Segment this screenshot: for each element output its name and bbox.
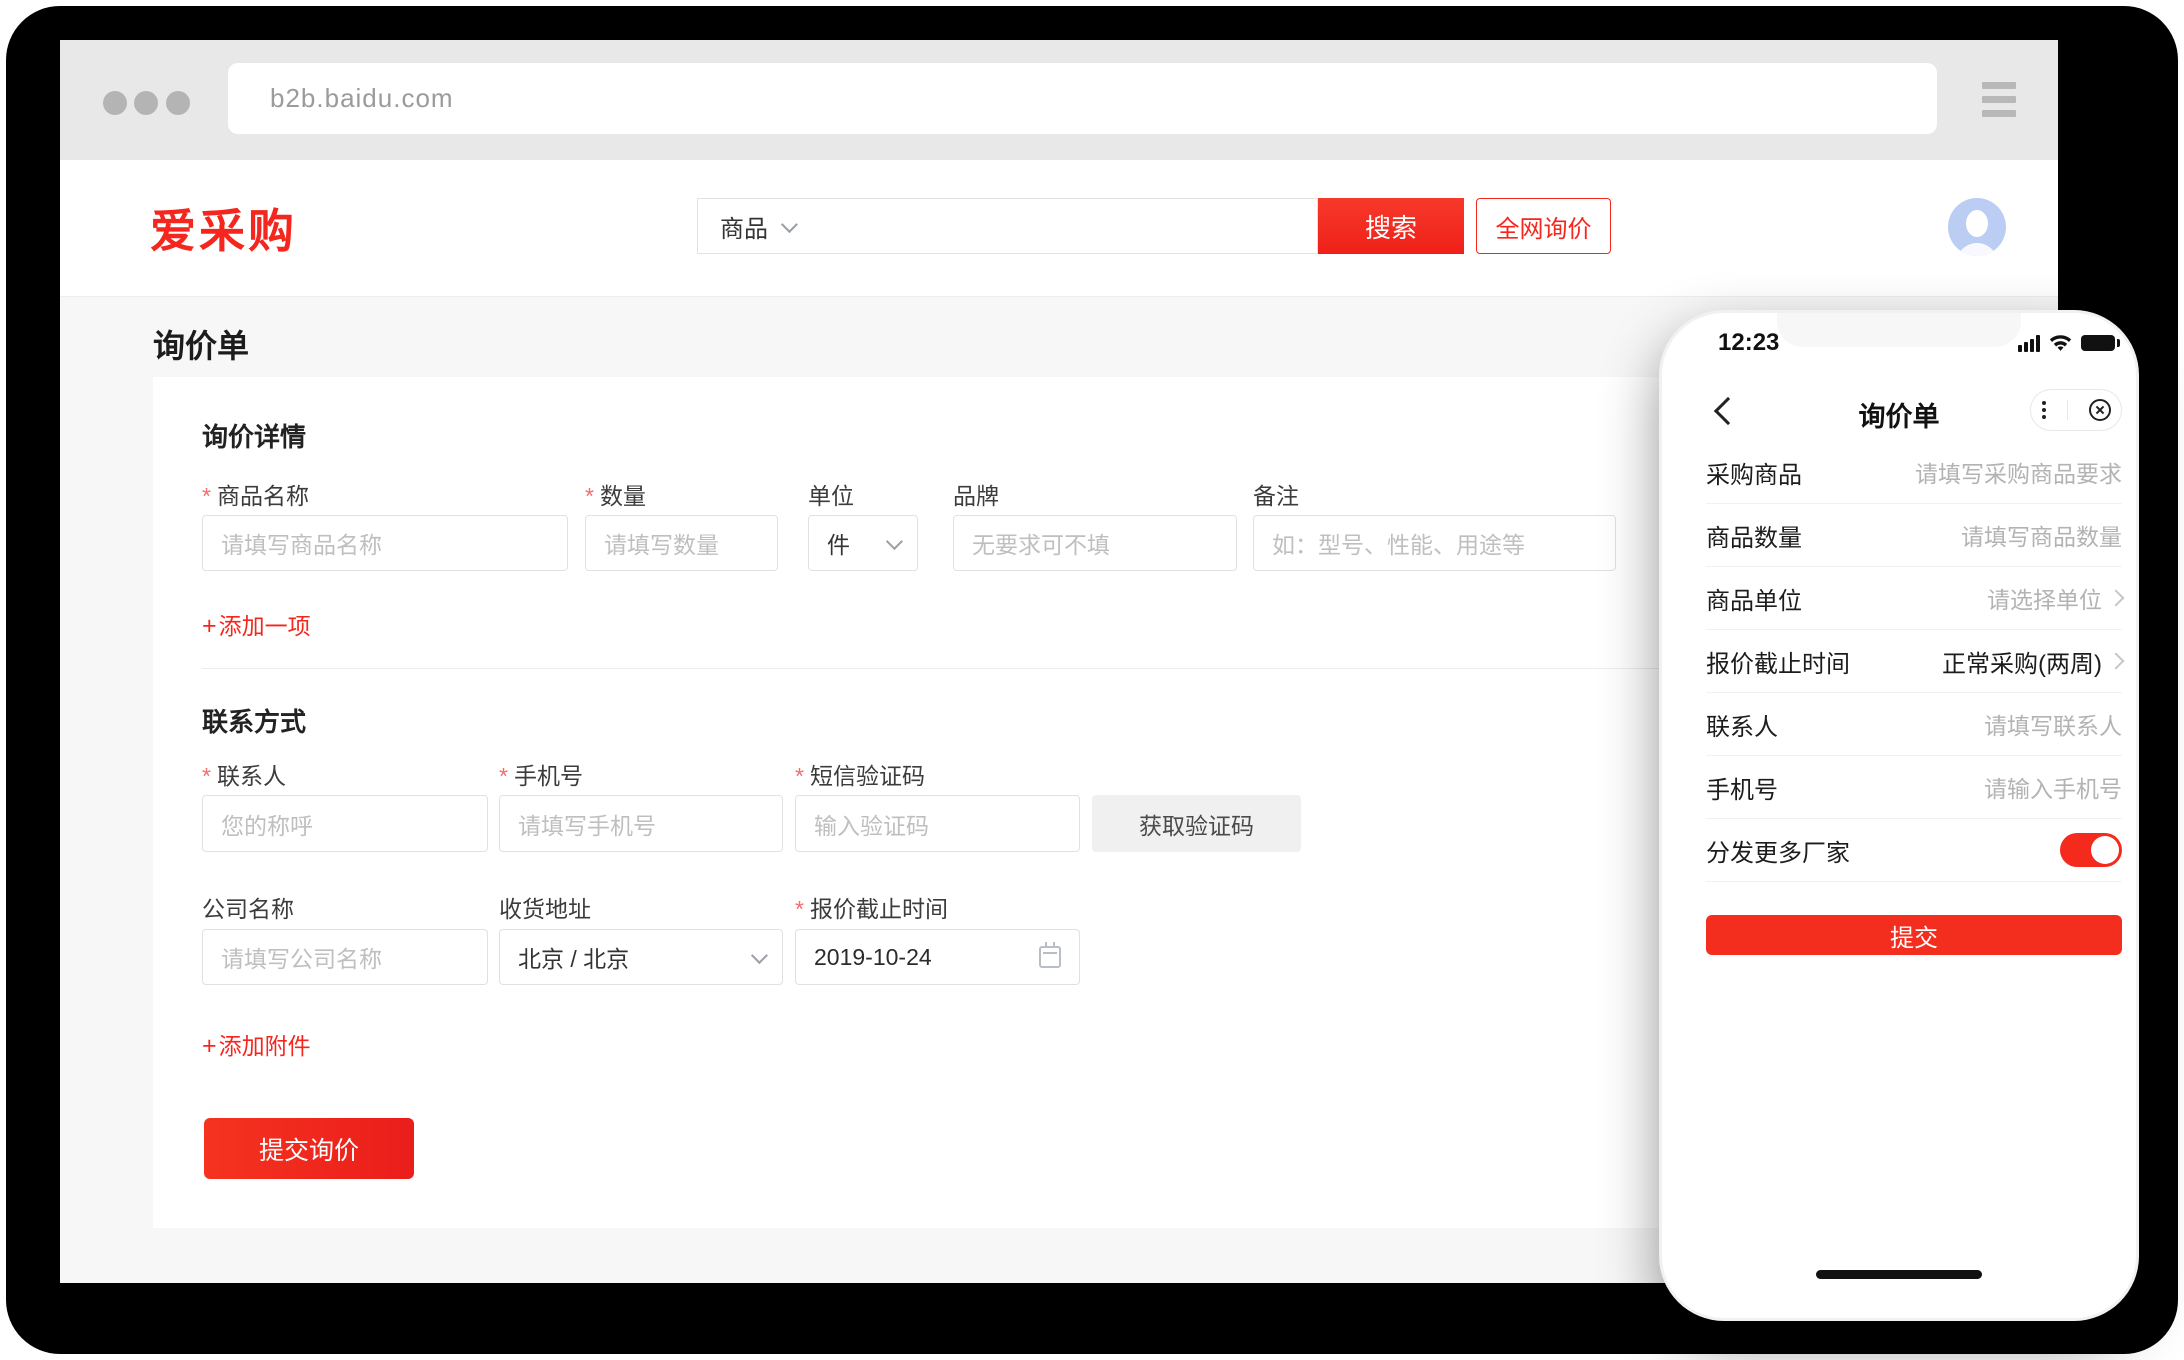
detail-section-title: 询价详情 [202, 417, 306, 454]
product-name-field[interactable]: 请填写商品名称 [202, 515, 568, 571]
distribute-toggle[interactable] [2060, 833, 2122, 867]
required-mark: * [202, 763, 211, 789]
signal-icon [2018, 334, 2040, 352]
url-text: b2b.baidu.com [270, 83, 454, 114]
phone-submit-button[interactable]: 提交 [1706, 915, 2122, 955]
brand-label: 品牌 [953, 477, 999, 511]
address-bar[interactable]: b2b.baidu.com [228, 63, 1937, 134]
contact-name-label: *联系人 [202, 757, 286, 791]
sms-code-label: *短信验证码 [795, 757, 925, 791]
search-category-select[interactable]: 商品 [720, 209, 768, 244]
shipping-address-select[interactable]: 北京 / 北京 [499, 929, 783, 985]
row-product-unit[interactable]: 商品单位 请选择单位 [1706, 567, 2122, 630]
chevron-down-icon [781, 216, 798, 233]
company-name-label: 公司名称 [202, 890, 294, 924]
shipping-address-label: 收货地址 [499, 890, 591, 924]
row-phone-number[interactable]: 手机号 请输入手机号 [1706, 756, 2122, 819]
submit-inquiry-button[interactable]: 提交询价 [204, 1118, 414, 1179]
phone-form: 采购商品 请填写采购商品要求 商品数量 请填写商品数量 商品单位 请选择单位 报… [1706, 441, 2122, 955]
site-header: 爱采购 商品 搜索 全网询价 [60, 160, 2058, 297]
get-code-button[interactable]: 获取验证码 [1092, 795, 1301, 852]
chevron-right-icon [2108, 653, 2125, 670]
sms-code-field[interactable]: 输入验证码 [795, 795, 1080, 852]
avatar[interactable] [1948, 198, 2006, 256]
capsule-divider [2067, 400, 2068, 420]
required-mark: * [499, 763, 508, 789]
notes-label: 备注 [1253, 477, 1299, 511]
avatar-head-icon [1966, 210, 1988, 237]
plus-icon: + [202, 1032, 217, 1060]
row-contact-name[interactable]: 联系人 请填写联系人 [1706, 693, 2122, 756]
product-name-label: *商品名称 [202, 477, 309, 511]
avatar-body-icon [1954, 243, 2000, 256]
add-item-link[interactable]: +添加一项 [202, 607, 311, 641]
search-input[interactable]: 商品 [697, 198, 1318, 254]
row-distribute-more: 分发更多厂家 [1706, 819, 2122, 882]
phone-notch [1777, 313, 2021, 347]
status-time: 12:23 [1718, 329, 1779, 357]
deadline-date-field[interactable]: 2019-10-24 [795, 929, 1080, 985]
phone-number-field[interactable]: 请填写手机号 [499, 795, 783, 852]
phone-number-label: *手机号 [499, 757, 583, 791]
required-mark: * [585, 483, 594, 509]
chevron-down-icon [751, 947, 768, 964]
device-frame: b2b.baidu.com 爱采购 商品 搜索 全网询价 询价单 [6, 6, 2178, 1354]
company-name-field[interactable]: 请填写公司名称 [202, 929, 488, 985]
window-dot-icon[interactable] [166, 91, 190, 115]
page-title: 询价单 [153, 321, 249, 367]
plus-icon: + [202, 612, 217, 640]
contact-section-title: 联系方式 [202, 702, 306, 739]
row-purchase-product[interactable]: 采购商品 请填写采购商品要求 [1706, 441, 2122, 504]
required-mark: * [795, 763, 804, 789]
required-mark: * [202, 483, 211, 509]
deadline-label: *报价截止时间 [795, 890, 948, 924]
search-button[interactable]: 搜索 [1318, 198, 1464, 254]
miniprogram-capsule [2030, 389, 2122, 431]
chevron-down-icon [886, 533, 903, 550]
unit-label: 单位 [808, 477, 854, 511]
close-icon[interactable] [2089, 399, 2111, 421]
status-icons [2018, 333, 2115, 352]
browser-chrome: b2b.baidu.com [60, 40, 2058, 160]
home-indicator[interactable] [1816, 1270, 1982, 1279]
notes-field[interactable]: 如：型号、性能、用途等 [1253, 515, 1616, 571]
window-dot-icon[interactable] [134, 91, 158, 115]
site-logo[interactable]: 爱采购 [150, 195, 297, 261]
required-mark: * [795, 896, 804, 922]
phone-nav-bar: 询价单 [1662, 383, 2136, 439]
unit-select[interactable]: 件 [808, 515, 918, 571]
wifi-icon [2048, 333, 2073, 352]
row-quote-deadline[interactable]: 报价截止时间 正常采购(两周) [1706, 630, 2122, 693]
more-icon[interactable] [2042, 401, 2046, 419]
quantity-label: *数量 [585, 477, 646, 511]
add-attachment-link[interactable]: +添加附件 [202, 1027, 311, 1061]
brand-field[interactable]: 无要求可不填 [953, 515, 1237, 571]
phone-mockup: 12:23 询价单 采购商品 请填写采购商品要求 [1662, 313, 2136, 1318]
battery-icon [2081, 335, 2115, 351]
network-inquiry-button[interactable]: 全网询价 [1476, 198, 1611, 254]
quantity-field[interactable]: 请填写数量 [585, 515, 778, 571]
window-dot-icon[interactable] [103, 91, 127, 115]
row-product-quantity[interactable]: 商品数量 请填写商品数量 [1706, 504, 2122, 567]
calendar-icon [1039, 946, 1061, 968]
contact-name-field[interactable]: 您的称呼 [202, 795, 488, 852]
menu-icon[interactable] [1982, 82, 2016, 117]
chevron-right-icon [2108, 590, 2125, 607]
